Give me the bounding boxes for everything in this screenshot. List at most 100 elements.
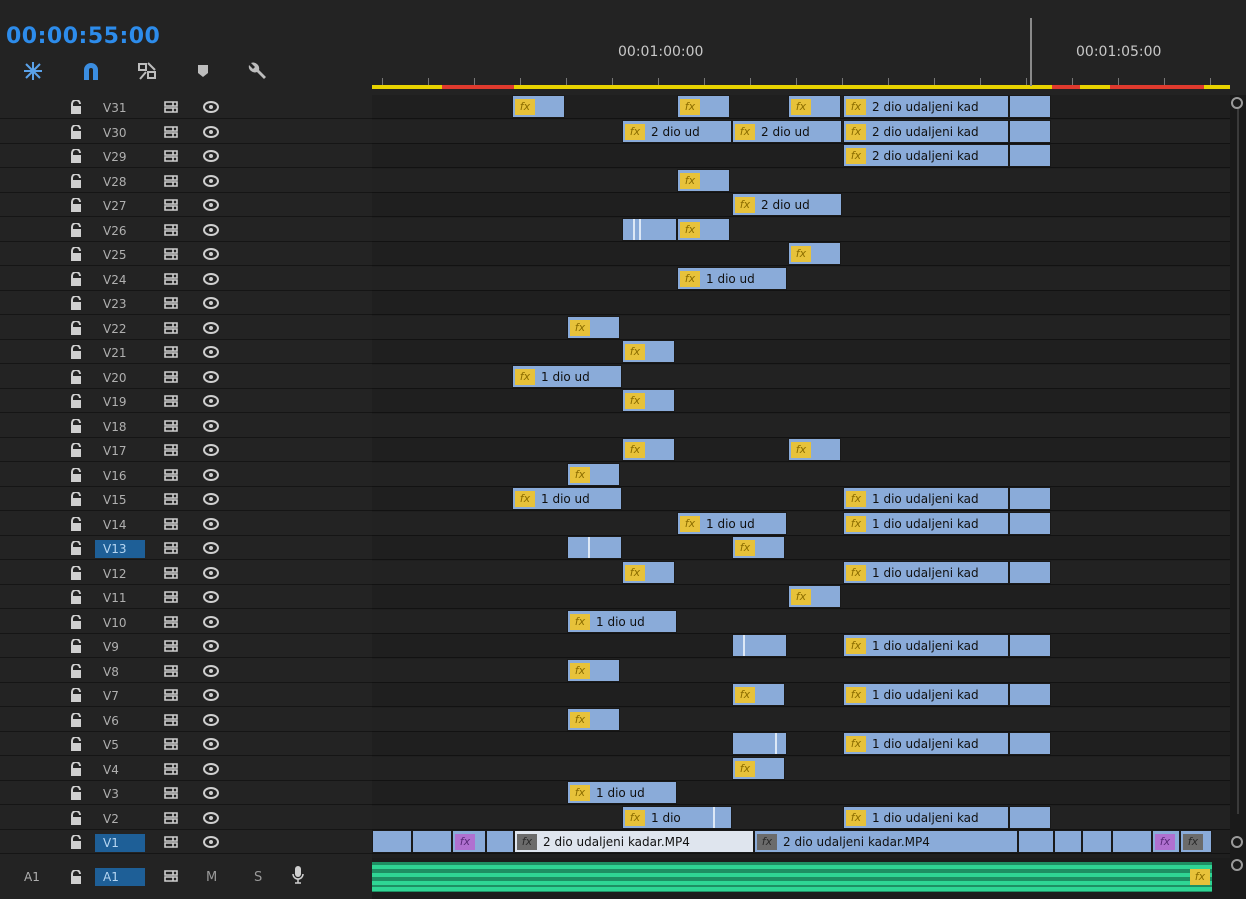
video-clip[interactable]: fx [622,560,675,584]
lane-v28[interactable] [372,168,1230,193]
track-name[interactable]: V7 [95,687,145,705]
fx-badge-icon[interactable]: fx [846,564,866,581]
track-header-v18[interactable]: V18 [0,414,372,438]
toggle-output-eye-icon[interactable] [203,101,219,113]
timeline-tracks[interactable]: fx fx fx fx 2 dio udaljeni kad fx 2 dio ud fx 2 … [372,95,1230,899]
track-header-v30[interactable]: V30 [0,120,372,144]
toggle-output-eye-icon[interactable] [203,346,219,358]
video-clip[interactable]: fx 1 dio udaljeni kad [843,683,1009,706]
track-name[interactable]: V24 [95,271,145,289]
video-clip[interactable] [1082,830,1112,853]
toggle-output-eye-icon[interactable] [203,272,219,285]
video-clip[interactable]: fx 2 dio udaljeni kadar.MP4 [514,830,754,853]
video-clip[interactable]: fx 1 dio udaljeni kad [843,805,1009,829]
fx-badge-icon[interactable]: fx [846,515,866,532]
track-name[interactable]: V4 [95,761,145,779]
toggle-output-eye-icon[interactable] [203,615,219,628]
playhead[interactable] [1030,18,1032,86]
fx-badge-icon[interactable]: fx [625,344,645,360]
toggle-output-eye-icon[interactable] [203,787,219,799]
sync-lock-icon[interactable] [163,590,179,604]
track-name[interactable]: V1 [95,834,145,852]
fx-badge-icon[interactable]: fx [846,809,866,826]
sync-lock-icon[interactable] [163,541,179,555]
sync-lock-icon[interactable] [163,419,179,433]
lane-v20[interactable] [372,364,1230,389]
fx-badge-icon[interactable]: fx [846,736,866,752]
track-lock-icon[interactable] [70,688,82,702]
fx-badge-icon[interactable]: fx [680,515,700,532]
clip-edit-point[interactable] [588,537,590,558]
video-clip[interactable] [1018,830,1054,853]
sync-lock-icon[interactable] [163,762,179,776]
track-name[interactable]: V25 [95,246,145,264]
clip-edit-point[interactable] [713,806,715,828]
toggle-output-eye-icon[interactable] [203,395,219,407]
fx-badge-icon[interactable]: fx [680,99,700,115]
track-header-v25[interactable]: V25 [0,242,372,266]
video-clip[interactable]: fx [622,340,675,363]
fx-badge-icon[interactable]: fx [517,834,537,850]
track-lock-icon[interactable] [70,296,82,310]
sync-lock-icon[interactable] [163,272,179,286]
toggle-output-eye-icon[interactable] [203,713,219,726]
video-clip[interactable] [1112,830,1152,853]
track-name[interactable]: V3 [95,785,145,803]
track-name[interactable]: V31 [95,99,145,117]
fx-badge-icon[interactable]: fx [846,148,866,164]
track-lock-icon[interactable] [70,222,82,237]
lane-v12[interactable] [372,560,1230,585]
track-name[interactable]: V8 [95,663,145,681]
track-lock-icon[interactable] [70,198,82,212]
track-name[interactable]: V11 [95,589,145,607]
track-header-v19[interactable]: V19 [0,389,372,413]
video-clip[interactable]: fx 2 dio ud [622,119,732,143]
track-lock-icon[interactable] [70,761,82,776]
fx-badge-icon[interactable]: fx [791,246,811,262]
toggle-output-eye-icon[interactable] [203,738,219,750]
video-clip[interactable]: fx [677,95,730,118]
fx-badge-icon[interactable]: fx [570,319,590,336]
track-header-v22[interactable]: V22 [0,316,372,340]
track-name[interactable]: V14 [95,516,145,534]
video-clip[interactable]: fx 1 dio ud [567,781,677,804]
track-lock-icon[interactable] [70,247,82,261]
track-name[interactable]: V12 [95,565,145,583]
video-clip[interactable]: fx 1 dio [622,805,732,829]
track-name[interactable]: V13 [95,540,145,558]
track-name[interactable]: V26 [95,222,145,240]
track-header-v15[interactable]: V15 [0,487,372,511]
track-header-a1[interactable]: A1 A1 M S [0,858,372,899]
track-lock-icon[interactable] [70,614,82,629]
track-header-v28[interactable]: V28 [0,169,372,193]
video-clip[interactable]: fx [567,462,620,486]
lane-v5[interactable] [372,732,1230,756]
track-name[interactable]: V20 [95,369,145,387]
track-header-v6[interactable]: V6 [0,708,372,732]
voice-over-mic-icon[interactable] [292,866,304,884]
fx-badge-icon[interactable]: fx [846,99,866,115]
video-clip[interactable]: fx 1 dio udaljeni kad [843,732,1009,755]
track-header-v4[interactable]: V4 [0,757,372,781]
fx-badge-icon[interactable]: fx [515,99,535,115]
fx-badge-icon[interactable]: fx [846,123,866,140]
clip-edit-point[interactable] [775,733,777,754]
toggle-output-eye-icon[interactable] [203,566,219,579]
fx-badge-icon[interactable]: fx [791,589,811,605]
track-header-v23[interactable]: V23 [0,291,372,315]
video-clip[interactable]: fx 1 dio ud [567,609,677,633]
video-clip[interactable] [1009,487,1051,510]
video-clip[interactable]: fx [788,242,841,265]
track-header-v9[interactable]: V9 [0,634,372,658]
lane-v19[interactable] [372,389,1230,413]
video-clip[interactable]: fx [732,536,785,559]
toggle-output-eye-icon[interactable] [203,150,219,162]
video-clip[interactable] [1009,560,1051,584]
track-name[interactable]: V23 [95,295,145,313]
toggle-output-eye-icon[interactable] [203,689,219,701]
track-header-v10[interactable]: V10 [0,610,372,634]
lane-v14[interactable] [372,511,1230,536]
sync-lock-icon[interactable] [163,517,179,531]
video-clip[interactable] [412,830,452,853]
video-clip[interactable]: fx [788,585,841,608]
